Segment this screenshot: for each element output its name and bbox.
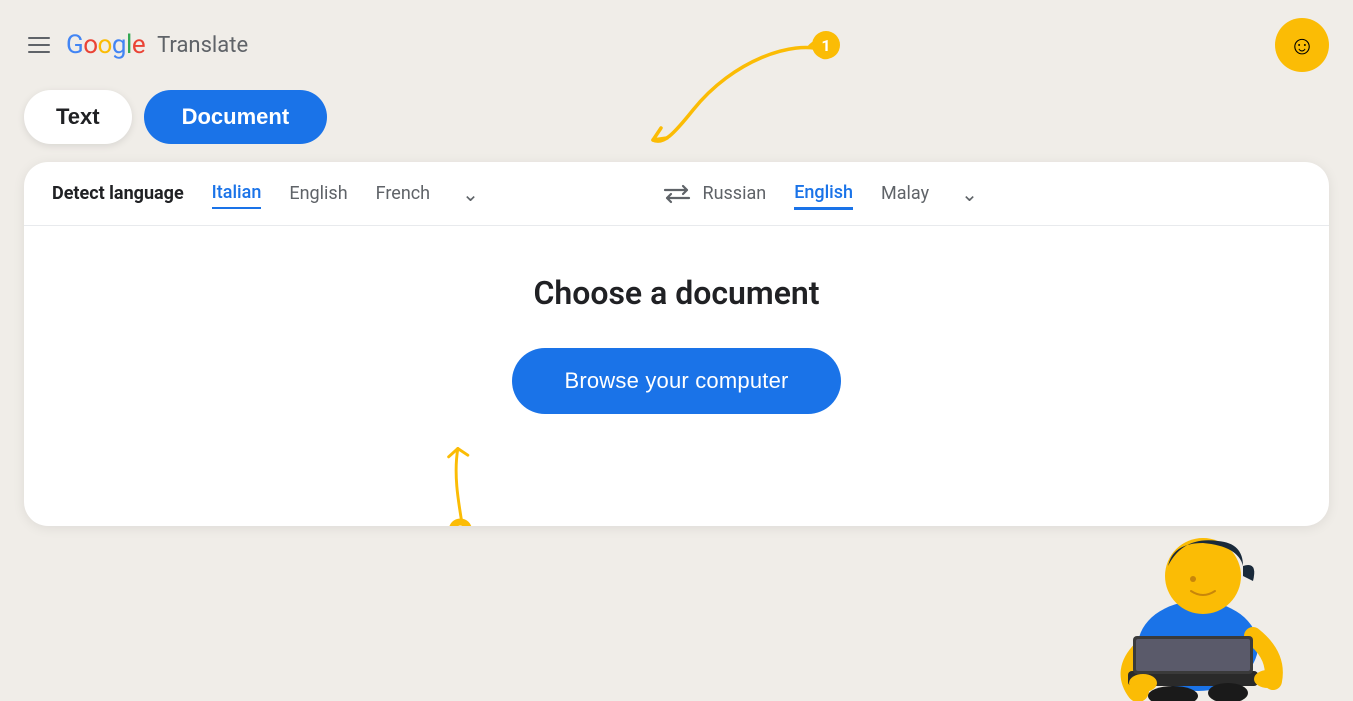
source-lang-italian[interactable]: Italian (212, 178, 262, 209)
browse-computer-button[interactable]: Browse your computer (512, 348, 840, 414)
document-mode-button[interactable]: Document (144, 90, 328, 144)
mode-toggle: Text Document (0, 90, 1353, 162)
source-lang-french[interactable]: French (376, 179, 430, 208)
source-language-section: Detect language Italian English French ⌄ (52, 178, 651, 209)
illustration (1043, 461, 1323, 701)
target-lang-russian[interactable]: Russian (703, 179, 767, 208)
detect-language-option[interactable]: Detect language (52, 183, 184, 204)
header-left: Google Translate (24, 30, 248, 60)
choose-document-title: Choose a document (533, 274, 819, 312)
google-logo: Google (66, 30, 145, 60)
header: Google Translate ☺ (0, 0, 1353, 90)
language-bar: Detect language Italian English French ⌄… (24, 162, 1329, 226)
target-language-section: Russian English Malay ⌄ (703, 178, 1302, 210)
source-lang-more-button[interactable]: ⌄ (462, 182, 479, 206)
text-mode-button[interactable]: Text (24, 90, 132, 144)
user-avatar[interactable]: ☺ (1275, 18, 1329, 72)
source-lang-english[interactable]: English (289, 179, 347, 208)
target-lang-more-button[interactable]: ⌄ (961, 182, 978, 206)
menu-button[interactable] (24, 33, 54, 57)
target-lang-malay[interactable]: Malay (881, 179, 929, 208)
svg-text:2: 2 (456, 524, 464, 526)
target-lang-english[interactable]: English (794, 178, 853, 210)
app-name: Translate (157, 33, 248, 58)
swap-languages-button[interactable] (651, 184, 703, 204)
annotation-arrow-2: 2 (412, 426, 512, 526)
